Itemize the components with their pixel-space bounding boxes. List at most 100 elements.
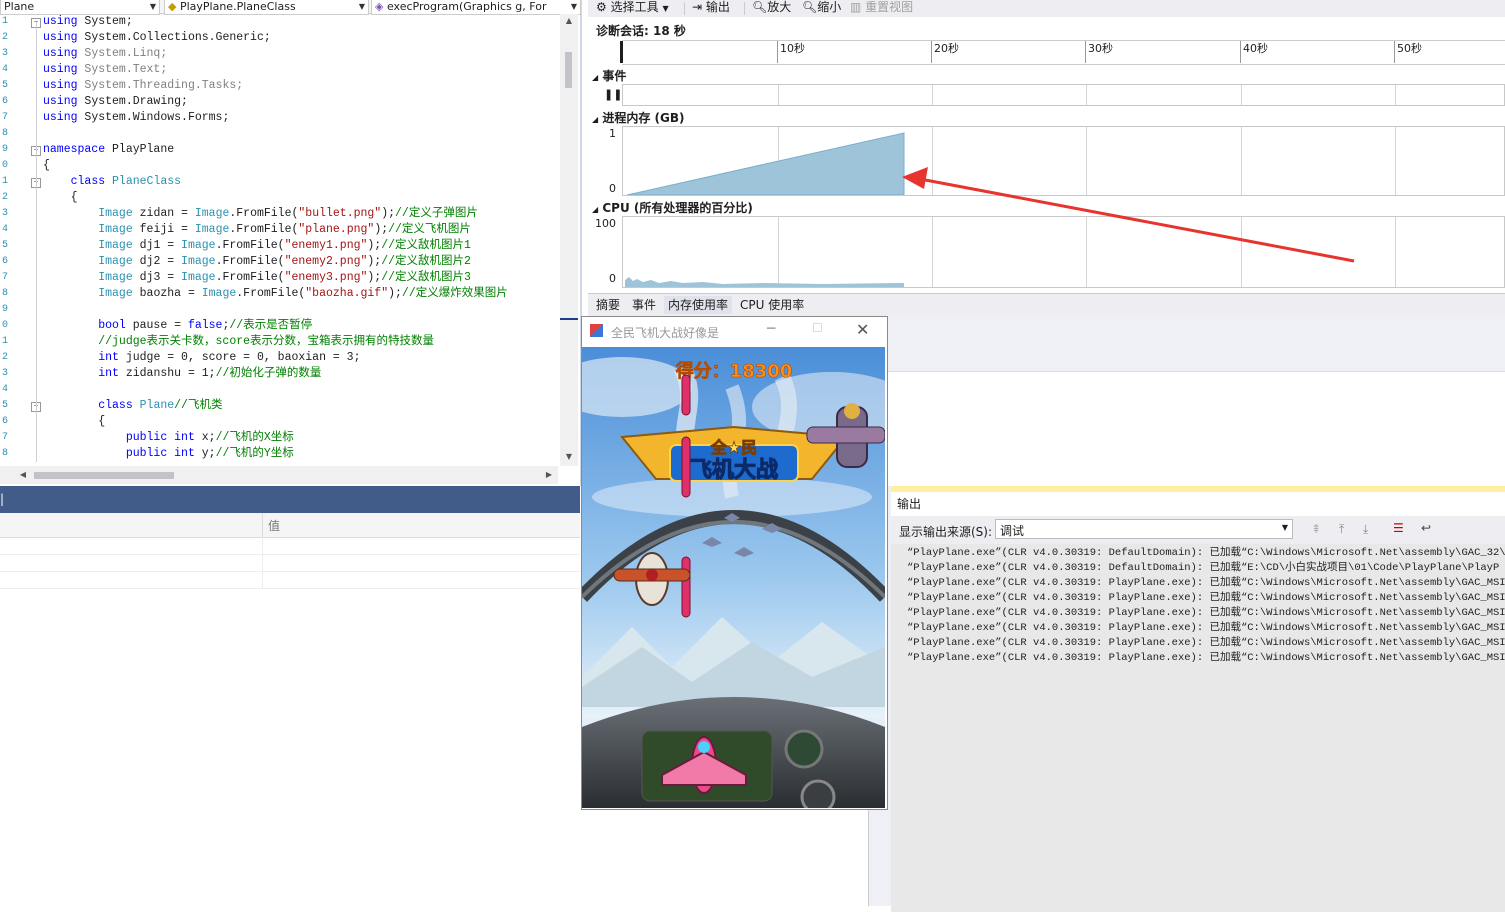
code-line[interactable]: //judge表示关卡数，score表示分数，宝箱表示拥有的特技数量 bbox=[43, 334, 434, 350]
scroll-thumb[interactable] bbox=[565, 52, 572, 88]
code-token: ); bbox=[367, 255, 382, 268]
game-window-title: 全民飞机大战好像是 bbox=[611, 326, 720, 340]
code-line[interactable]: using System.Threading.Tasks; bbox=[43, 78, 243, 94]
next-message-icon[interactable]: ⤓ bbox=[1363, 522, 1368, 537]
code-line[interactable]: using System; bbox=[43, 14, 133, 30]
output-button[interactable]: ⇥ 输出 bbox=[692, 0, 730, 17]
collapse-icon: ◢ bbox=[592, 115, 599, 124]
timeline-tick: 40秒 bbox=[1240, 41, 1268, 63]
previous-message-icon[interactable]: ⤒ bbox=[1339, 522, 1344, 537]
events-section-header[interactable]: ◢ 事件 bbox=[592, 67, 626, 84]
member-dropdown[interactable]: ◈ execProgram(Graphics g, For ▼ bbox=[371, 0, 581, 15]
chevron-down-icon: ▼ bbox=[662, 4, 669, 13]
memory-y-min: 0 bbox=[609, 182, 616, 195]
code-line[interactable]: using System.Text; bbox=[43, 62, 167, 78]
memory-section-header[interactable]: ◢ 进程内存 (GB) bbox=[592, 109, 685, 126]
timeline-tick: 20秒 bbox=[931, 41, 959, 63]
code-line[interactable]: { bbox=[43, 158, 50, 174]
line-number: 5 bbox=[1, 400, 8, 411]
code-line[interactable]: class Plane//飞机类 bbox=[43, 398, 222, 414]
indent-guide bbox=[36, 22, 37, 462]
code-line[interactable]: class PlaneClass bbox=[43, 174, 181, 190]
code-token: .FromFile( bbox=[236, 287, 306, 300]
output-text[interactable]: “PlayPlane.exe”(CLR v4.0.30319: DefaultD… bbox=[907, 546, 1505, 666]
code-line[interactable]: Image dj3 = Image.FromFile("enemy3.png")… bbox=[43, 270, 471, 286]
output-source-dropdown[interactable]: 调试 ▼ bbox=[995, 519, 1293, 539]
memory-y-max: 1 bbox=[609, 127, 616, 140]
line-number: 5 bbox=[1, 80, 8, 91]
code-line[interactable]: using System.Collections.Generic; bbox=[43, 30, 271, 46]
tab-events[interactable]: 事件 bbox=[628, 296, 660, 314]
game-window-titlebar[interactable]: 全民飞机大战好像是 ─ ☐ ✕ bbox=[582, 317, 887, 346]
line-number: 6 bbox=[1, 96, 8, 107]
grid-line bbox=[0, 588, 580, 589]
code-line[interactable]: Image dj1 = Image.FromFile("enemy1.png")… bbox=[43, 238, 471, 254]
tab-memory-usage[interactable]: 内存使用率 bbox=[664, 296, 733, 314]
reset-view-button[interactable]: ▥ 重置视图 bbox=[850, 0, 913, 17]
project-dropdown[interactable]: Plane ▼ bbox=[0, 0, 160, 15]
select-tool-button[interactable]: ⚙ 选择工具 ▼ bbox=[596, 0, 669, 17]
pause-icon[interactable]: ❚❚ bbox=[604, 88, 622, 101]
output-line: “PlayPlane.exe”(CLR v4.0.30319: PlayPlan… bbox=[907, 607, 1505, 619]
code-line[interactable]: int zidanshu = 1;//初始化子弹的数量 bbox=[43, 366, 321, 382]
zoom-in-button[interactable]: 🔍︎放大 bbox=[752, 0, 791, 17]
word-wrap-icon[interactable]: ↩ bbox=[1421, 521, 1431, 535]
code-line[interactable]: public int y;//飞机的Y坐标 bbox=[43, 446, 294, 462]
code-line[interactable]: Image zidan = Image.FromFile("bullet.png… bbox=[43, 206, 478, 222]
code-line[interactable]: { bbox=[43, 190, 78, 206]
code-line[interactable]: namespace PlayPlane bbox=[43, 142, 174, 158]
scroll-up-icon[interactable]: ▲ bbox=[560, 14, 578, 28]
scroll-right-icon[interactable]: ▶ bbox=[542, 468, 556, 482]
code-editor[interactable]: Plane ▼ ◆ PlayPlane.PlaneClass ▼ ◈ execPro… bbox=[0, 0, 582, 486]
scroll-left-icon[interactable]: ◀ bbox=[16, 468, 30, 482]
code-text-area[interactable]: 1−using System;2using System.Collections… bbox=[0, 14, 558, 466]
timeline-ruler[interactable]: 10秒 20秒 30秒 40秒 50秒 bbox=[620, 40, 1505, 65]
horizontal-scrollbar[interactable]: ◀ ▶ bbox=[0, 466, 558, 484]
cpu-section-header[interactable]: ◢ CPU (所有处理器的百分比) bbox=[592, 199, 753, 216]
code-token: Image bbox=[98, 207, 133, 220]
code-line[interactable]: bool pause = false;//表示是否暂停 bbox=[43, 318, 312, 334]
line-number: 1 bbox=[1, 176, 8, 187]
line-number: 5 bbox=[1, 240, 8, 251]
value-column-header[interactable]: 值 bbox=[268, 517, 280, 534]
game-canvas[interactable]: 全★民 飞机大战 得分：18300 bbox=[582, 347, 885, 808]
vertical-scrollbar[interactable]: ▲ ▼ bbox=[560, 14, 578, 466]
code-line[interactable]: using System.Drawing; bbox=[43, 94, 188, 110]
code-token: { bbox=[43, 191, 78, 204]
scroll-thumb[interactable] bbox=[34, 472, 174, 479]
zoom-out-button[interactable]: 🔍︎缩小 bbox=[802, 0, 841, 17]
code-token: Image bbox=[98, 255, 133, 268]
code-token: Image bbox=[181, 239, 216, 252]
timeline-cursor[interactable] bbox=[620, 41, 623, 63]
find-message-icon[interactable]: ⇞ bbox=[1311, 522, 1321, 536]
code-token: Plane bbox=[139, 399, 175, 412]
code-line[interactable]: Image feiji = Image.FromFile("plane.png"… bbox=[43, 222, 471, 238]
code-token: int bbox=[98, 367, 119, 380]
line-number: 9 bbox=[1, 304, 8, 315]
code-line[interactable]: Image baozha = Image.FromFile("baozha.gi… bbox=[43, 286, 508, 302]
code-line[interactable]: using System.Windows.Forms; bbox=[43, 110, 229, 126]
tab-summary[interactable]: 摘要 bbox=[592, 296, 624, 314]
clear-all-icon[interactable]: ☰ bbox=[1393, 521, 1404, 535]
code-line[interactable]: public int x;//飞机的X坐标 bbox=[43, 430, 294, 446]
output-panel-title[interactable]: 输出 bbox=[891, 492, 1505, 516]
close-icon[interactable]: ✕ bbox=[856, 320, 869, 339]
code-line[interactable]: { bbox=[43, 414, 105, 430]
code-token: false bbox=[187, 319, 223, 332]
class-dropdown[interactable]: ◆ PlayPlane.PlaneClass ▼ bbox=[164, 0, 369, 15]
maximize-icon[interactable]: ☐ bbox=[812, 321, 823, 335]
game-window[interactable]: 全民飞机大战好像是 ─ ☐ ✕ 全★民 飞机大战 得分：18300 bbox=[581, 316, 888, 810]
events-track[interactable] bbox=[622, 84, 1505, 106]
tab-cpu-usage[interactable]: CPU 使用率 bbox=[736, 296, 808, 314]
code-line[interactable]: Image dj2 = Image.FromFile("enemy2.png")… bbox=[43, 254, 471, 270]
collapse-icon: ◢ bbox=[592, 205, 599, 214]
code-token: Image bbox=[98, 287, 133, 300]
code-line[interactable]: int judge = 0, score = 0, baoxian = 3; bbox=[43, 350, 360, 366]
locals-panel-header: | bbox=[0, 486, 580, 513]
minimize-icon[interactable]: ─ bbox=[767, 321, 775, 337]
code-line[interactable]: using System.Linq; bbox=[43, 46, 167, 62]
panel-title-fragment: | bbox=[0, 492, 5, 506]
scroll-down-icon[interactable]: ▼ bbox=[560, 450, 578, 464]
